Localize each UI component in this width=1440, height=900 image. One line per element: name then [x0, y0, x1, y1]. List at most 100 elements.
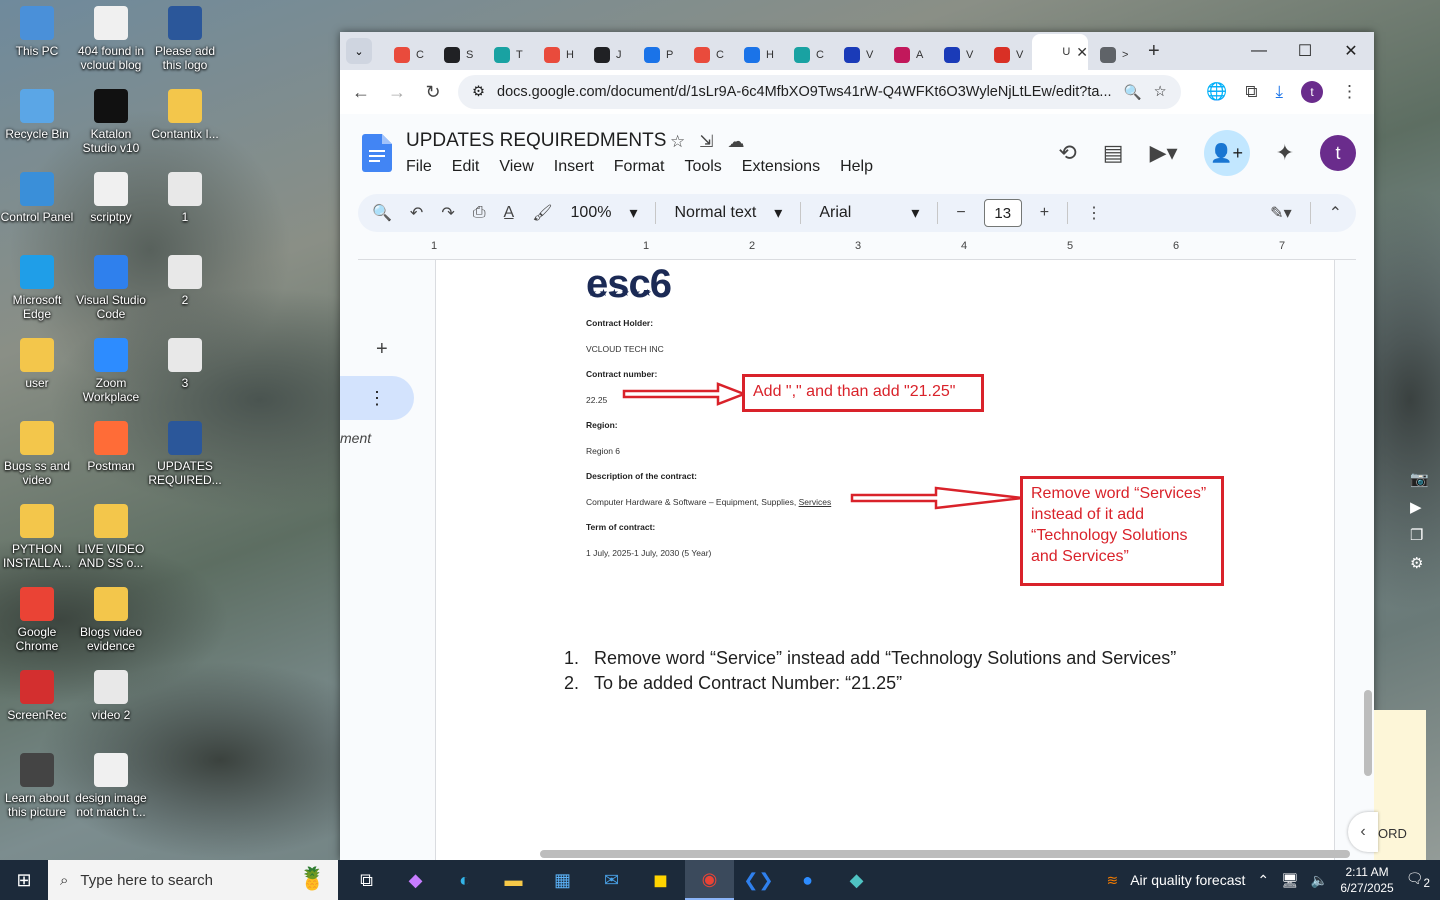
desktop-icon[interactable]: Google Chrome	[0, 587, 74, 653]
desktop-icon[interactable]: video 2	[74, 670, 148, 722]
document-icon	[94, 6, 128, 40]
volume-icon[interactable]: 🔈	[1311, 872, 1328, 889]
store-icon[interactable]: ▦	[538, 860, 587, 900]
browser-tab[interactable]: C	[682, 40, 732, 70]
zoom-icon[interactable]: 🔍	[1124, 84, 1142, 101]
desktop-icon[interactable]: 3	[148, 338, 222, 390]
desktop-icon[interactable]: user	[0, 338, 74, 390]
desktop-icon[interactable]: LIVE VIDEO AND SS o...	[74, 504, 148, 570]
tab-favicon-icon	[944, 47, 960, 63]
taskbar-search[interactable]: ⌕ Type here to search 🍍	[48, 860, 338, 900]
chrome-menu-icon[interactable]: ⋮	[1341, 82, 1358, 102]
translate-icon[interactable]: 🌐	[1206, 82, 1227, 102]
browser-tab[interactable]: J	[582, 40, 632, 70]
desktop-icon[interactable]: Contantix I...	[148, 89, 222, 141]
folder-icon	[94, 504, 128, 538]
minimize-button[interactable]: —	[1236, 32, 1282, 70]
mail-icon[interactable]: ✉	[587, 860, 636, 900]
desktop-icon-label: design image not match t...	[75, 791, 147, 819]
browser-tab[interactable]: >	[1088, 40, 1138, 70]
site-info-icon[interactable]: ⚙	[472, 84, 485, 100]
weather-icon[interactable]: ≋	[1106, 872, 1118, 889]
browser-tab[interactable]: C	[782, 40, 832, 70]
desktop-icon[interactable]: This PC	[0, 6, 74, 58]
browser-tab[interactable]: H	[532, 40, 582, 70]
back-button[interactable]: ←	[350, 82, 372, 103]
address-bar[interactable]: ⚙ docs.google.com/document/d/1sLr9A-6c4M…	[458, 75, 1181, 109]
clock[interactable]: 2:11 AM 6/27/2025	[1340, 864, 1393, 896]
browser-tab[interactable]: V	[982, 40, 1032, 70]
close-window-button[interactable]: ✕	[1328, 32, 1374, 70]
desktop-icon[interactable]: 1	[148, 172, 222, 224]
task-view-icon[interactable]: ⧉	[342, 860, 391, 900]
copilot-icon[interactable]: ◆	[391, 860, 440, 900]
sticky-notes-icon[interactable]: ◼	[636, 860, 685, 900]
chrome-icon[interactable]: ◉	[685, 860, 734, 900]
browser-tab[interactable]: S	[432, 40, 482, 70]
browser-tab[interactable]: P	[632, 40, 682, 70]
desktop-icon[interactable]: Control Panel	[0, 172, 74, 224]
desktop-icon[interactable]: Katalon Studio v10	[74, 89, 148, 155]
network-icon[interactable]: 🖥	[1281, 872, 1299, 889]
vscode-icon[interactable]: ❮❯	[734, 860, 783, 900]
control-panel-icon	[20, 172, 54, 206]
tab-search-button[interactable]: ⌄	[346, 38, 372, 64]
desktop-icon-label: Learn about this picture	[4, 791, 70, 819]
tray-chevron-icon[interactable]: ⌃	[1257, 872, 1269, 889]
desktop-icon[interactable]: Recycle Bin	[0, 89, 74, 141]
word-icon	[168, 6, 202, 40]
file-explorer-icon[interactable]: ▬	[489, 860, 538, 900]
maximize-button[interactable]: ☐	[1282, 32, 1328, 70]
video-camera-icon[interactable]: ▶	[1410, 498, 1429, 516]
desktop-icon[interactable]: Zoom Workplace	[74, 338, 148, 404]
image-icon	[168, 338, 202, 372]
desktop-icon[interactable]: Postman	[74, 421, 148, 473]
katalon-icon[interactable]: ◆	[832, 860, 881, 900]
tab-favicon-icon	[1100, 47, 1116, 63]
browser-tab[interactable]: H	[732, 40, 782, 70]
tab-title: S	[466, 49, 474, 61]
zoom-app-icon[interactable]: ●	[783, 860, 832, 900]
window-controls: — ☐ ✕	[1236, 32, 1374, 70]
settings-gear-icon[interactable]: ⚙	[1410, 554, 1429, 572]
reload-button[interactable]: ↻	[422, 82, 444, 103]
forward-button[interactable]: →	[386, 82, 408, 103]
desktop-icon[interactable]: Learn about this picture	[0, 753, 74, 819]
tab-favicon-icon	[844, 47, 860, 63]
folder-icon	[94, 587, 128, 621]
desktop-icon[interactable]: 2	[148, 255, 222, 307]
windows-icon[interactable]: ❐	[1410, 526, 1429, 544]
browser-tab[interactable]: V	[832, 40, 882, 70]
desktop-icon[interactable]: Please add this logo	[148, 6, 222, 72]
browser-tab[interactable]: U ✕	[1032, 34, 1088, 70]
desktop-icon[interactable]: 404 found in vcloud blog	[74, 6, 148, 72]
download-icon[interactable]: ⤓	[1275, 82, 1283, 102]
browser-tab[interactable]: V	[932, 40, 982, 70]
desktop-icon-label: Visual Studio Code	[76, 293, 146, 321]
browser-tab[interactable]: A	[882, 40, 932, 70]
tab-favicon-icon	[594, 47, 610, 63]
desktop-icon[interactable]: PYTHON INSTALL A...	[0, 504, 74, 570]
desktop-icon-label: Microsoft Edge	[12, 293, 62, 321]
browser-tab[interactable]: T	[482, 40, 532, 70]
bookmark-star-icon[interactable]: ☆	[1154, 84, 1167, 100]
start-button[interactable]: ⊞	[0, 860, 48, 900]
edge-icon[interactable]: ◐	[440, 860, 489, 900]
close-tab-icon[interactable]: ✕	[1076, 44, 1088, 61]
desktop-icon[interactable]: design image not match t...	[74, 753, 148, 819]
camera-icon[interactable]: 📷	[1410, 470, 1429, 488]
desktop-icon[interactable]: Microsoft Edge	[0, 255, 74, 321]
notifications-icon[interactable]: 🗨2	[1406, 870, 1430, 890]
new-tab-button[interactable]: +	[1148, 40, 1160, 63]
desktop-icon[interactable]: scriptpy	[74, 172, 148, 224]
desktop-icon[interactable]: Visual Studio Code	[74, 255, 148, 321]
weather-text[interactable]: Air quality forecast	[1130, 872, 1245, 888]
profile-avatar[interactable]: t	[1301, 81, 1323, 103]
extensions-icon[interactable]: ⧉	[1245, 82, 1257, 102]
desktop-icon[interactable]: Blogs video evidence	[74, 587, 148, 653]
desktop-icon[interactable]: ScreenRec	[0, 670, 74, 722]
desktop-icon[interactable]: Bugs ss and video	[0, 421, 74, 487]
browser-tab[interactable]: C	[382, 40, 432, 70]
desktop-icon-label: Katalon Studio v10	[82, 127, 140, 155]
desktop-icon[interactable]: UPDATES REQUIRED...	[148, 421, 222, 487]
